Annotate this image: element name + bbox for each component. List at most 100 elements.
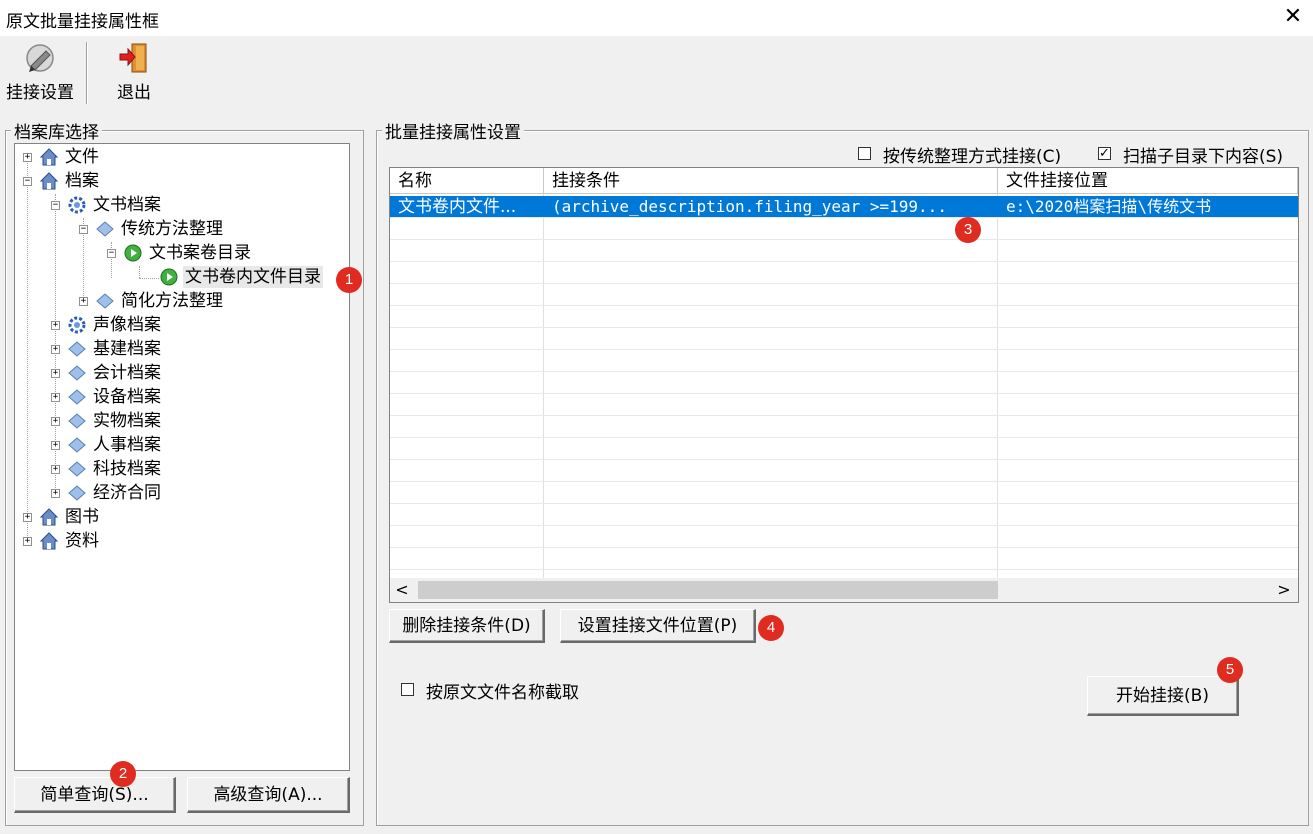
advanced-query-button[interactable]: 高级查询(A)... (187, 777, 350, 813)
set-location-button[interactable]: 设置挂接文件位置(P) (560, 609, 756, 643)
diamond-icon (68, 341, 86, 357)
tree-node-label: 人事档案 (93, 435, 161, 455)
tree-node-label: 文书档案 (93, 195, 161, 215)
toolbar-separator (86, 42, 87, 104)
tree-node-label: 声像档案 (93, 315, 161, 335)
tree-node-label: 资料 (65, 531, 99, 551)
tree-node-label: 会计档案 (93, 363, 161, 383)
scroll-thumb[interactable] (418, 581, 998, 599)
tree-node-label: 设备档案 (93, 387, 161, 407)
play-icon (124, 244, 142, 262)
collapse-icon[interactable]: − (107, 249, 116, 258)
horizontal-scrollbar[interactable]: < > (390, 578, 1298, 602)
annotation-badge-5: 5 (1217, 657, 1243, 683)
expand-icon[interactable]: + (51, 321, 60, 330)
tree-node-label: 传统方法整理 (121, 219, 223, 239)
expand-icon[interactable]: + (51, 489, 60, 498)
collapse-icon[interactable]: − (23, 177, 32, 186)
diamond-icon (68, 485, 86, 501)
toolbar (0, 36, 1313, 108)
cell-name: 文书卷内文件... (398, 197, 517, 217)
settings-pencil-icon (26, 44, 54, 72)
empty-row (390, 284, 1298, 306)
diamond-icon (68, 389, 86, 405)
traditional-checkbox[interactable] (858, 147, 871, 160)
column-header-location[interactable]: 文件挂接位置 (998, 168, 1298, 194)
expand-icon[interactable]: + (23, 513, 32, 522)
expand-icon[interactable]: + (23, 537, 32, 546)
table-row[interactable]: 文书卷内文件... (archive_description.filing_ye… (390, 196, 1298, 218)
scroll-left-icon[interactable]: < (392, 580, 412, 600)
play-icon (160, 268, 178, 286)
annotation-badge-4: 4 (758, 615, 784, 641)
empty-row (390, 240, 1298, 262)
truncate-checkbox[interactable] (401, 683, 414, 696)
house-icon (39, 532, 59, 550)
settings-label: 挂接设置 (6, 83, 74, 103)
gear-icon (68, 316, 86, 334)
column-header-condition[interactable]: 挂接条件 (544, 168, 998, 194)
start-attach-button[interactable]: 开始挂接(B) (1087, 676, 1239, 716)
empty-row (390, 262, 1298, 284)
tree-connector (27, 158, 28, 542)
expand-icon[interactable]: + (79, 297, 88, 306)
expand-icon[interactable]: + (51, 345, 60, 354)
scan-subdir-checkbox-label[interactable]: 扫描子目录下内容(S) (1123, 142, 1283, 167)
empty-row (390, 328, 1298, 350)
diamond-icon (68, 413, 86, 429)
empty-row (390, 306, 1298, 328)
diamond-icon (68, 461, 86, 477)
truncate-checkbox-label[interactable]: 按原文文件名称截取 (426, 678, 579, 703)
scroll-right-icon[interactable]: > (1274, 580, 1294, 600)
expand-icon[interactable]: + (51, 441, 60, 450)
window-title: 原文批量挂接属性框 (6, 12, 159, 32)
tree-node-label: 文件 (65, 147, 99, 167)
diamond-icon (96, 221, 114, 237)
annotation-badge-3: 3 (955, 217, 981, 243)
archive-tree[interactable]: + 文件 − 档案 − 文书档案 − 传统方法整理 − 文书案卷目录 文书卷内文… (14, 143, 350, 771)
tree-node-label: 科技档案 (93, 459, 161, 479)
expand-icon[interactable]: + (51, 465, 60, 474)
exit-door-icon (119, 43, 147, 73)
empty-row (390, 548, 1298, 570)
tree-node-label: 文书案卷目录 (149, 243, 251, 263)
empty-row (390, 482, 1298, 504)
tree-connector (139, 266, 140, 278)
tree-node-label: 实物档案 (93, 411, 161, 431)
title-bar (0, 0, 1313, 36)
column-header-name[interactable]: 名称 (390, 168, 544, 194)
scan-subdir-checkbox[interactable]: ✓ (1098, 147, 1111, 160)
collapse-icon[interactable]: − (79, 225, 88, 234)
tree-node-label: 图书 (65, 507, 99, 527)
delete-condition-button[interactable]: 删除挂接条件(D) (389, 609, 545, 643)
diamond-icon (96, 293, 114, 309)
cell-location: e:\2020档案扫描\传统文书 (1006, 197, 1212, 216)
annotation-badge-1: 1 (336, 267, 362, 293)
attach-rules-grid[interactable]: 名称 挂接条件 文件挂接位置 文书卷内文件... (archive_descri… (389, 167, 1299, 603)
archive-library-title: 档案库选择 (11, 118, 102, 143)
expand-icon[interactable]: + (51, 417, 60, 426)
traditional-checkbox-label[interactable]: 按传统整理方式挂接(C) (883, 142, 1061, 167)
simple-query-button[interactable]: 简单查询(S)... (14, 777, 176, 813)
expand-icon[interactable]: + (51, 369, 60, 378)
empty-row (390, 460, 1298, 482)
exit-toolbar-button[interactable]: 退出 (96, 40, 172, 104)
empty-row (390, 372, 1298, 394)
cell-condition: (archive_description.filing_year >=199..… (552, 197, 947, 216)
empty-row (390, 438, 1298, 460)
collapse-icon[interactable]: − (51, 201, 60, 210)
tree-connector (139, 278, 159, 279)
expand-icon[interactable]: + (51, 393, 60, 402)
settings-toolbar-button[interactable]: 挂接设置 (2, 40, 78, 104)
expand-icon[interactable]: + (23, 153, 32, 162)
batch-attach-title: 批量挂接属性设置 (382, 118, 524, 143)
close-icon[interactable]: ✕ (1280, 4, 1306, 30)
empty-row (390, 394, 1298, 416)
annotation-badge-2: 2 (110, 761, 136, 787)
diamond-icon (68, 437, 86, 453)
exit-label: 退出 (117, 83, 151, 103)
tree-node-label: 经济合同 (93, 483, 161, 503)
empty-row (390, 350, 1298, 372)
house-icon (39, 508, 59, 526)
house-icon (39, 172, 59, 190)
